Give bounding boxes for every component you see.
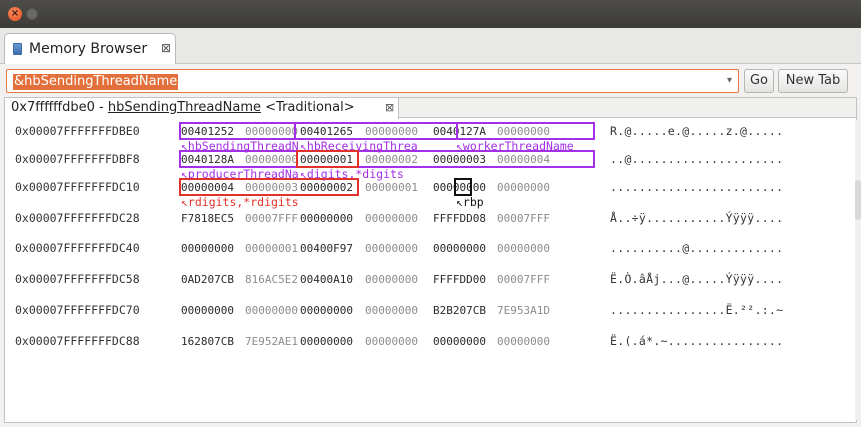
- memory-browser-icon: [13, 43, 22, 55]
- memory-word[interactable]: 00000000: [497, 242, 550, 255]
- variable-label: ↖digits,*digits: [300, 167, 404, 181]
- memory-word[interactable]: 0AD207CB: [181, 273, 234, 286]
- memory-word[interactable]: 00000000: [365, 304, 418, 317]
- ascii-column[interactable]: Ë.(.á*.~................: [610, 334, 783, 348]
- memory-word[interactable]: 00000000: [365, 242, 418, 255]
- ascii-column[interactable]: ..@.....................: [610, 152, 783, 166]
- memory-word[interactable]: 00000001: [300, 153, 353, 166]
- memory-word[interactable]: 00000003: [245, 181, 298, 194]
- vertical-scrollbar[interactable]: [855, 120, 861, 420]
- memory-word[interactable]: 0040127A: [433, 125, 486, 138]
- close-tab-icon[interactable]: ⊠: [161, 41, 171, 55]
- memory-word[interactable]: 00000000: [433, 181, 486, 194]
- rendering-tab-dash: -: [94, 100, 108, 115]
- memory-word[interactable]: 00000002: [300, 181, 353, 194]
- row-address: 0x00007FFFFFFFDC28: [15, 211, 140, 225]
- row-address: 0x00007FFFFFFFDBE0: [15, 124, 140, 138]
- memory-word[interactable]: 00401252: [181, 125, 234, 138]
- variable-label: ↖hbReceivingThrea: [300, 139, 418, 153]
- memory-word[interactable]: 00007FFF: [497, 212, 550, 225]
- memory-word[interactable]: 816AC5E2: [245, 273, 298, 286]
- row-address: 0x00007FFFFFFFDC40: [15, 241, 140, 255]
- variable-label: ↖producerThreadNa: [181, 167, 299, 181]
- rendering-tab-address: 0x7ffffffdbe0: [11, 100, 95, 115]
- memory-word[interactable]: 00000000: [365, 335, 418, 348]
- memory-word[interactable]: 7E952AE1: [245, 335, 298, 348]
- ascii-column[interactable]: ........................: [610, 180, 783, 194]
- memory-browser-tab[interactable]: Memory Browser ⊠: [4, 33, 176, 64]
- variable-label: ↖hbSendingThreadN: [181, 139, 299, 153]
- window-close-button[interactable]: ×: [8, 7, 22, 21]
- memory-word[interactable]: 00400A10: [300, 273, 353, 286]
- memory-word[interactable]: 00000001: [365, 181, 418, 194]
- memory-word[interactable]: 00000002: [365, 153, 418, 166]
- memory-word[interactable]: 00000000: [433, 335, 486, 348]
- ascii-column[interactable]: Ë.Ò.âÅj...@.....Ýÿÿÿ....: [610, 272, 783, 286]
- close-rendering-icon[interactable]: ⊠: [385, 98, 394, 118]
- memory-word[interactable]: FFFFDD08: [433, 212, 486, 225]
- memory-word[interactable]: FFFFDD00: [433, 273, 486, 286]
- memory-word[interactable]: 00000000: [181, 304, 234, 317]
- row-address: 0x00007FFFFFFFDBF8: [15, 152, 140, 166]
- memory-word[interactable]: 00000003: [433, 153, 486, 166]
- variable-label: ↖workerThreadName: [456, 139, 574, 153]
- memory-word[interactable]: F7818EC5: [181, 212, 234, 225]
- view-tabbar: Memory Browser ⊠ 1010 1010: [0, 28, 861, 82]
- memory-word[interactable]: 00000000: [300, 212, 353, 225]
- memory-word[interactable]: 00000000: [497, 335, 550, 348]
- ascii-column[interactable]: ..........@.............: [610, 241, 783, 255]
- memory-word[interactable]: 00000000: [181, 242, 234, 255]
- memory-word[interactable]: 00000000: [433, 242, 486, 255]
- memory-word[interactable]: 00400F97: [300, 242, 353, 255]
- memory-word[interactable]: 00401265: [300, 125, 353, 138]
- go-button[interactable]: Go: [744, 69, 774, 93]
- memory-word[interactable]: 00007FFF: [497, 273, 550, 286]
- memory-word[interactable]: 00000000: [245, 304, 298, 317]
- memory-browser-tab-label: Memory Browser: [29, 41, 148, 57]
- memory-word[interactable]: 00000001: [245, 242, 298, 255]
- ascii-column[interactable]: Å..÷ÿ...........Ýÿÿÿ....: [610, 211, 783, 225]
- memory-word[interactable]: 00000000: [245, 153, 298, 166]
- memory-word[interactable]: 00007FFF: [245, 212, 298, 225]
- variable-label: ↖rbp: [456, 195, 484, 209]
- rendering-tab-mode: <Traditional>: [265, 100, 355, 115]
- memory-word[interactable]: 00000000: [245, 125, 298, 138]
- memory-word[interactable]: 00000000: [300, 304, 353, 317]
- memory-rendering-pane: 0x7ffffffdbe0 - hbSendingThreadName <Tra…: [4, 97, 857, 423]
- memory-word[interactable]: 00000000: [300, 335, 353, 348]
- variable-label: ↖rdigits,*rdigits: [181, 195, 299, 209]
- window-titlebar: ×: [0, 0, 861, 28]
- address-row: &hbSendingThreadName ▾ Go New Tab: [0, 65, 861, 97]
- memory-word[interactable]: 162807CB: [181, 335, 234, 348]
- row-address: 0x00007FFFFFFFDC58: [15, 272, 140, 286]
- memory-word[interactable]: 00000000: [497, 181, 550, 194]
- row-address: 0x00007FFFFFFFDC10: [15, 180, 140, 194]
- memory-word[interactable]: 00000000: [365, 125, 418, 138]
- memory-word[interactable]: 7E953A1D: [497, 304, 550, 317]
- memory-word[interactable]: B2B207CB: [433, 304, 486, 317]
- rendering-tabbar: 0x7ffffffdbe0 - hbSendingThreadName <Tra…: [5, 98, 856, 119]
- memory-word[interactable]: 00000004: [497, 153, 550, 166]
- memory-word[interactable]: 00000000: [365, 273, 418, 286]
- rendering-tab-expression: hbSendingThreadName: [107, 100, 262, 115]
- window-minimize-button[interactable]: [26, 8, 38, 20]
- address-dropdown-icon[interactable]: ▾: [727, 75, 732, 86]
- new-tab-button[interactable]: New Tab: [778, 69, 848, 93]
- row-address: 0x00007FFFFFFFDC88: [15, 334, 140, 348]
- row-address: 0x00007FFFFFFFDC70: [15, 303, 140, 317]
- ascii-column[interactable]: R.@.....e.@.....z.@.....: [610, 124, 783, 138]
- ascii-column[interactable]: ................Ë.²².:.~: [610, 303, 783, 317]
- address-input[interactable]: &hbSendingThreadName ▾: [6, 69, 739, 93]
- memory-word[interactable]: 00000000: [497, 125, 550, 138]
- address-input-value: &hbSendingThreadName: [13, 74, 179, 90]
- scrollbar-thumb[interactable]: [855, 180, 861, 220]
- memory-word[interactable]: 0040128A: [181, 153, 234, 166]
- memory-word[interactable]: 00000004: [181, 181, 234, 194]
- rendering-tab[interactable]: 0x7ffffffdbe0 - hbSendingThreadName <Tra…: [5, 98, 399, 119]
- memory-word[interactable]: 00000000: [365, 212, 418, 225]
